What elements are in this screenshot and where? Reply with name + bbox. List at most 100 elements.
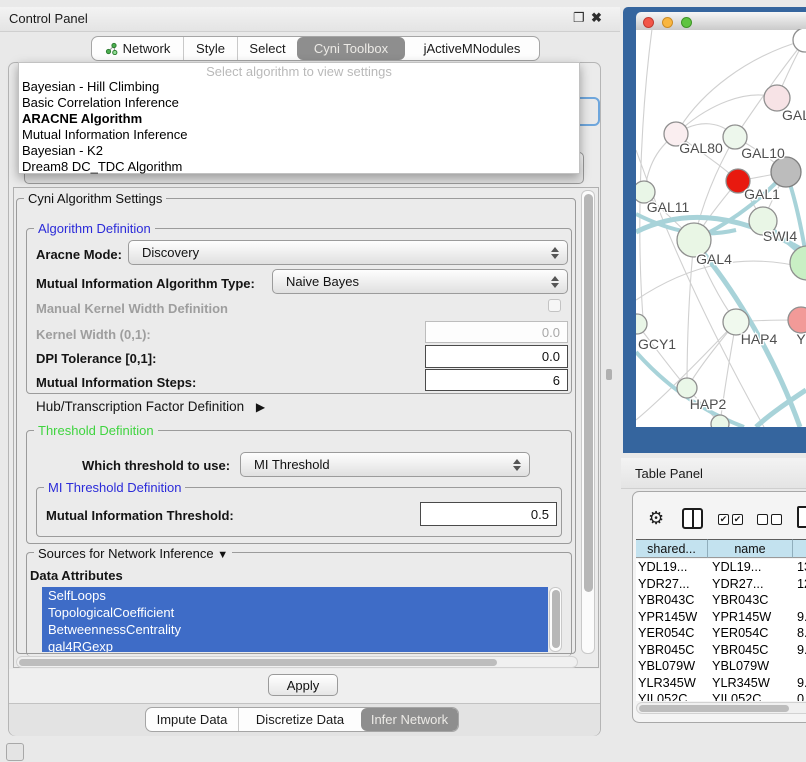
table-body: YDL19...YDL19...13YDR27...YDR27...12YBR0…	[636, 559, 806, 701]
data-attribute-item[interactable]: gal4RGexp	[42, 638, 548, 652]
export-table-icon[interactable]	[797, 506, 806, 528]
table-row[interactable]: YBR045CYBR045C9.	[636, 642, 806, 659]
close-window-icon[interactable]: ✖	[591, 10, 602, 26]
dpi-tolerance-field[interactable]: 0.0	[425, 345, 568, 368]
column-header[interactable]: shared...	[636, 539, 708, 558]
network-node[interactable]	[790, 246, 806, 280]
settings-horizontal-scrollbar[interactable]	[16, 656, 578, 668]
network-node[interactable]	[793, 29, 806, 52]
apply-button[interactable]: Apply	[268, 674, 338, 696]
table-panel-title: Table Panel	[635, 466, 703, 481]
hub-section-label: Hub/Transcription Factor Definition	[36, 399, 244, 414]
node-label: GAL	[782, 107, 806, 123]
deselect-all-checkbox-icon[interactable]	[771, 514, 782, 525]
algorithm-option[interactable]: Bayesian - K2	[19, 143, 579, 159]
select-all-checkbox-icon[interactable]: ✔	[732, 514, 743, 525]
table-horizontal-scrollbar[interactable]	[636, 702, 806, 714]
tab-infer-network[interactable]: Infer Network	[361, 708, 458, 731]
table-cell: 13	[797, 559, 806, 576]
table-row[interactable]: YBR043CYBR043C	[636, 592, 806, 609]
network-node[interactable]	[711, 415, 729, 427]
network-node-hap2[interactable]	[677, 378, 697, 398]
table-row[interactable]: YDL19...YDL19...13	[636, 559, 806, 576]
minimize-traffic-light-icon[interactable]	[662, 17, 673, 28]
select-all-checkbox-icon[interactable]: ✔	[718, 514, 729, 525]
data-attributes-list: SelfLoopsTopologicalCoefficientBetweenne…	[42, 587, 548, 652]
kernel-width-label: Kernel Width (0,1):	[36, 327, 151, 342]
attributes-list-scrollbar[interactable]	[549, 587, 562, 652]
table-row[interactable]: YIL052CYIL052C0.	[636, 691, 806, 701]
table-cell: YER054C	[712, 625, 768, 642]
table-cell: YDL19...	[638, 559, 687, 576]
mi-steps-field[interactable]: 6	[425, 369, 568, 391]
float-window-icon[interactable]: ❐	[573, 10, 585, 26]
data-attribute-item[interactable]: TopologicalCoefficient	[42, 604, 548, 621]
tab-cyni-toolbox[interactable]: Cyni Toolbox	[297, 37, 405, 60]
table-cell: 9.	[797, 675, 806, 692]
tab-select[interactable]: Select	[237, 37, 297, 60]
collapsed-panel-button[interactable]	[6, 743, 24, 761]
aracne-mode-combobox[interactable]: Discovery	[128, 240, 568, 265]
column-header[interactable]: name	[708, 539, 793, 558]
control-panel-titlebar: Control Panel ❐ ✖	[0, 7, 620, 32]
mi-type-combobox[interactable]: Naive Bayes	[272, 269, 568, 294]
table-row[interactable]: YDR27...YDR27...12	[636, 576, 806, 593]
tab-discretize-data[interactable]: Discretize Data	[238, 708, 361, 731]
tab-label: jActiveMNodules	[424, 41, 521, 56]
table-row[interactable]: YLR345WYLR345W9.	[636, 675, 806, 692]
network-node-y[interactable]	[788, 307, 806, 333]
algorithm-option[interactable]: Basic Correlation Inference	[19, 95, 579, 111]
node-label: HAP4	[741, 331, 778, 347]
table-row[interactable]: YPR145WYPR145W9.	[636, 609, 806, 626]
column-header[interactable]	[793, 539, 806, 558]
table-cell: YBR043C	[712, 592, 768, 609]
tab-label: Style	[196, 41, 225, 56]
data-attribute-item[interactable]: SelfLoops	[42, 587, 548, 604]
algorithm-option[interactable]: Mutual Information Inference	[19, 127, 579, 143]
control-panel-title: Control Panel	[9, 11, 88, 26]
cyni-settings-group-title: Cyni Algorithm Settings	[24, 191, 166, 206]
threshold-definition-title: Threshold Definition	[34, 423, 158, 438]
table-cell: 0.	[797, 691, 806, 701]
node-label: HAP2	[690, 396, 727, 412]
chevron-down-icon: ▼	[217, 549, 228, 561]
node-label: GAL4	[696, 251, 732, 267]
algorithm-option[interactable]: Dream8 DC_TDC Algorithm	[19, 159, 579, 175]
mi-threshold-field[interactable]: 0.5	[420, 502, 557, 526]
network-node-gcy1[interactable]	[636, 314, 647, 334]
sources-group-toggle[interactable]: Sources for Network Inference ▼	[34, 546, 232, 561]
manual-kernel-label: Manual Kernel Width Definition	[36, 301, 228, 316]
algorithm-options-list: Bayesian - Hill ClimbingBasic Correlatio…	[19, 79, 579, 175]
tab-impute-data[interactable]: Impute Data	[146, 708, 238, 731]
deselect-all-checkbox-icon[interactable]	[757, 514, 768, 525]
tab-network[interactable]: Network	[92, 37, 183, 60]
mi-threshold-group-title: MI Threshold Definition	[44, 480, 185, 495]
zoom-traffic-light-icon[interactable]	[681, 17, 692, 28]
algorithm-option[interactable]: Bayesian - Hill Climbing	[19, 79, 579, 95]
table-cell: YPR145W	[638, 609, 697, 626]
tab-jactivemnodules[interactable]: jActiveMNodules	[405, 37, 539, 60]
close-traffic-light-icon[interactable]	[643, 17, 654, 28]
manual-kernel-checkbox[interactable]	[548, 299, 561, 312]
which-threshold-value: MI Threshold	[254, 457, 330, 472]
node-label: GCY1	[638, 336, 676, 352]
tab-style[interactable]: Style	[183, 37, 237, 60]
table-row[interactable]: YBL079WYBL079W	[636, 658, 806, 675]
network-node[interactable]	[771, 157, 801, 187]
algorithm-option[interactable]: ARACNE Algorithm	[19, 111, 579, 127]
mi-threshold-label: Mutual Information Threshold:	[46, 508, 234, 523]
table-cell: YIL052C	[638, 691, 687, 701]
hub-section-toggle[interactable]: Hub/Transcription Factor Definition ▶	[36, 399, 265, 414]
control-panel-tabbar: Network Style SelectCyni Toolbox jActiveMNo…	[91, 36, 540, 61]
split-columns-icon[interactable]	[682, 508, 703, 529]
which-threshold-combobox[interactable]: MI Threshold	[240, 452, 530, 477]
data-attribute-item[interactable]: BetweennessCentrality	[42, 621, 548, 638]
splitter-handle[interactable]	[606, 369, 612, 380]
table-panel-titlebar: Table Panel	[621, 458, 806, 489]
kernel-width-field[interactable]: 0.0	[425, 321, 568, 343]
gear-icon[interactable]: ⚙	[648, 508, 664, 529]
table-row[interactable]: YER054CYER054C8.	[636, 625, 806, 642]
sources-group-title: Sources for Network Inference	[38, 546, 214, 561]
spinner-arrows-icon	[551, 276, 559, 288]
settings-vertical-scrollbar[interactable]	[581, 190, 595, 654]
